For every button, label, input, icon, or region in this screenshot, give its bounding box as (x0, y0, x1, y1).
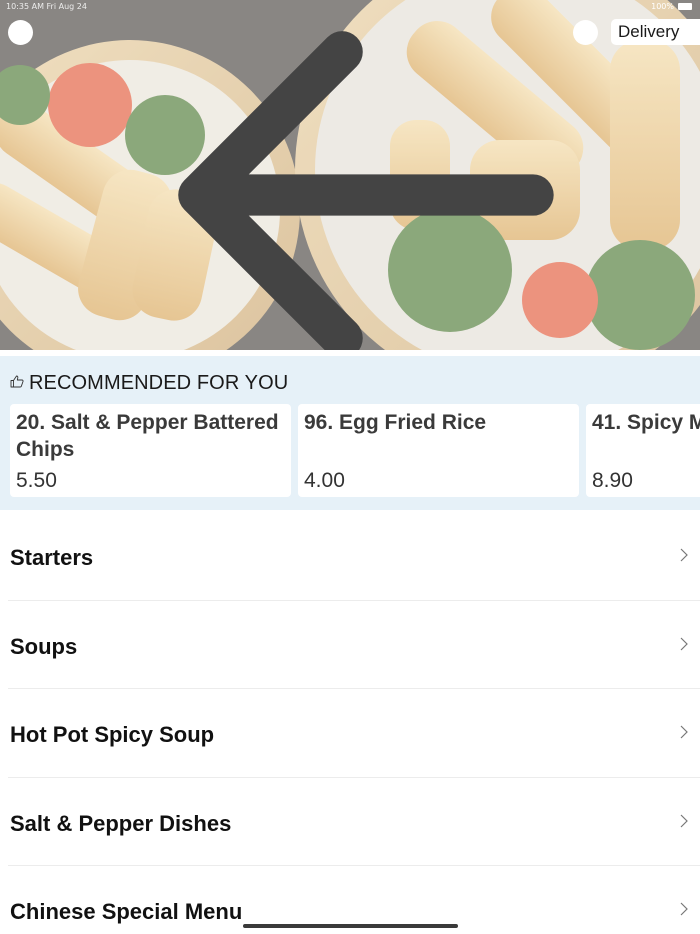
search-button[interactable] (573, 20, 598, 45)
recommended-item-name: 96. Egg Fried Rice (304, 411, 487, 434)
recommended-item-name: 41. Spicy M (592, 411, 700, 434)
chevron-right-icon (680, 548, 688, 567)
back-button[interactable] (8, 20, 554, 350)
status-bar: 10:35 AM Fri Aug 24 100% (0, 0, 700, 12)
chevron-right-icon (680, 902, 688, 921)
category-label: Chinese Special Menu (10, 899, 243, 924)
category-label: Soups (10, 633, 78, 659)
category-row-starters[interactable]: Starters (0, 512, 700, 601)
recommended-item[interactable]: 20. Salt & Pepper Battered Chips 5.50 (10, 404, 291, 497)
thumbs-up-icon (10, 375, 24, 393)
category-row-soups[interactable]: Soups (0, 601, 700, 689)
delivery-mode-dropdown[interactable]: Delivery (611, 19, 700, 45)
home-indicator[interactable] (243, 924, 458, 928)
category-label: Hot Pot Spicy Soup (10, 722, 215, 747)
chevron-right-icon (680, 814, 688, 833)
recommended-title: RECOMMENDED FOR YOU (29, 372, 289, 394)
category-row-salt-pepper-dishes[interactable]: Salt & Pepper Dishes (0, 778, 700, 866)
category-row-hot-pot-spicy-soup[interactable]: Hot Pot Spicy Soup (0, 689, 700, 778)
status-time: 10:35 AM Fri Aug 24 (6, 2, 87, 11)
chevron-right-icon (680, 725, 688, 744)
recommended-item-name: 20. Salt & Pepper Battered Chips (16, 411, 279, 461)
chevron-right-icon (680, 637, 688, 656)
category-label: Starters (10, 545, 94, 570)
category-list: Starters Soups Hot Pot Spicy Soup Salt &… (0, 512, 700, 934)
recommended-header: RECOMMENDED FOR YOU (10, 372, 288, 395)
recommended-item-price: 8.90 (592, 469, 633, 492)
hero-image: 10:35 AM Fri Aug 24 100% Delivery (0, 0, 700, 350)
recommended-item[interactable]: 96. Egg Fried Rice 4.00 (298, 404, 579, 497)
recommended-item[interactable]: 41. Spicy M 8.90 (586, 404, 700, 497)
recommended-item-price: 4.00 (304, 469, 345, 492)
recommended-section: RECOMMENDED FOR YOU 20. Salt & Pepper Ba… (0, 356, 700, 510)
recommended-item-price: 5.50 (16, 469, 57, 492)
category-label: Salt & Pepper Dishes (10, 810, 232, 836)
